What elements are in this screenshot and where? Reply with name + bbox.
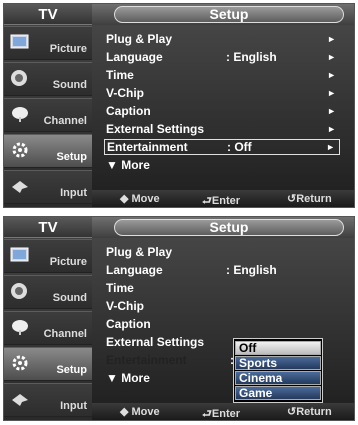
sidebar-item-label: Input — [60, 187, 87, 199]
menu-item-time[interactable]: Time ► — [104, 67, 340, 83]
menu-item-label: V-Chip — [106, 299, 144, 313]
input-icon — [12, 394, 28, 406]
sidebar-item-picture[interactable]: Picture — [4, 239, 92, 273]
menu-item-label: Caption — [106, 104, 151, 118]
channel-icon — [12, 320, 28, 335]
sidebar-item-label: Channel — [43, 115, 87, 127]
menu-item-v-chip[interactable]: V-Chip — [104, 298, 340, 314]
menu-item-value: : English — [226, 50, 277, 64]
sidebar-item-sound[interactable]: Sound — [4, 62, 92, 96]
dropdown-option-cinema[interactable]: Cinema — [235, 371, 321, 385]
sidebar-item-setup[interactable]: Setup — [4, 347, 92, 381]
footer-hints: ◆ Move ⮐Enter ↺Return — [92, 403, 354, 420]
dropdown-option-sports[interactable]: Sports — [235, 356, 321, 370]
arrow-right-icon: ► — [327, 70, 336, 80]
entertainment-dropdown: Off Sports Cinema Game — [233, 338, 323, 403]
menu-item-label: External Settings — [106, 122, 205, 136]
page-title: Setup — [114, 6, 344, 23]
menu-item-label: Plug & Play — [106, 32, 173, 46]
input-icon — [12, 181, 28, 193]
menu-item-label: Entertainment — [106, 353, 187, 367]
dropdown-option-off[interactable]: Off — [235, 341, 321, 355]
arrow-right-icon: ► — [327, 88, 336, 98]
menu-item-time[interactable]: Time — [104, 280, 340, 296]
menu-item-label: Entertainment — [107, 140, 188, 154]
enter-hint: ⮐Enter — [202, 408, 241, 420]
sidebar-item-label: Channel — [43, 328, 87, 340]
menu-item-label: Language — [106, 50, 163, 64]
sidebar-item-setup[interactable]: Setup — [4, 134, 92, 168]
arrow-right-icon: ► — [327, 52, 336, 62]
setup-menu-screen: TV Picture Sound Channel Setup Input Set… — [3, 3, 355, 208]
dropdown-option-game[interactable]: Game — [235, 386, 321, 400]
picture-icon — [10, 34, 29, 49]
menu-item-plug-and-play[interactable]: Plug & Play — [104, 244, 340, 260]
sound-icon — [11, 283, 27, 299]
sidebar-item-input[interactable]: Input — [4, 170, 92, 204]
arrow-right-icon: ► — [327, 124, 336, 134]
sidebar-item-input[interactable]: Input — [4, 383, 92, 417]
move-hint: ◆ Move — [120, 406, 160, 418]
return-hint: ↺Return — [287, 193, 332, 205]
sidebar-item-label: Setup — [56, 151, 87, 163]
sidebar-item-label: Input — [60, 400, 87, 412]
menu-item-more[interactable]: ▼ More — [104, 157, 340, 173]
sidebar-title: TV — [4, 217, 92, 238]
menu-item-plug-and-play[interactable]: Plug & Play ► — [104, 31, 340, 47]
menu-item-entertainment[interactable]: Entertainment : Off ► — [104, 139, 340, 155]
sidebar-item-picture[interactable]: Picture — [4, 26, 92, 60]
picture-icon — [10, 247, 29, 262]
enter-hint: ⮐Enter — [202, 195, 241, 207]
menu-item-external-settings[interactable]: External Settings ► — [104, 121, 340, 137]
arrow-right-icon: ► — [326, 142, 335, 152]
sidebar: TV Picture Sound Channel Setup Input — [4, 4, 92, 207]
sidebar: TV Picture Sound Channel Setup Input — [4, 217, 92, 420]
menu-item-v-chip[interactable]: V-Chip ► — [104, 85, 340, 101]
channel-icon — [12, 107, 28, 122]
menu-item-label: External Settings — [106, 335, 205, 349]
menu-item-label: Time — [106, 68, 134, 82]
sidebar-item-channel[interactable]: Channel — [4, 311, 92, 345]
menu-item-label: Plug & Play — [106, 245, 173, 259]
sidebar-item-channel[interactable]: Channel — [4, 98, 92, 132]
move-hint: ◆ Move — [120, 193, 160, 205]
menu-item-caption[interactable]: Caption — [104, 316, 340, 332]
sidebar-item-label: Sound — [52, 292, 87, 304]
sidebar-item-label: Picture — [49, 43, 87, 55]
sidebar-item-label: Picture — [49, 256, 87, 268]
footer-hints: ◆ Move ⮐Enter ↺Return — [92, 190, 354, 207]
menu-item-label: Time — [106, 281, 134, 295]
menu-item-label: V-Chip — [106, 86, 144, 100]
setup-icon — [12, 355, 28, 371]
setup-icon — [12, 142, 28, 158]
menu-item-language[interactable]: Language : English — [104, 262, 340, 278]
menu-item-label: ▼ More — [106, 158, 150, 172]
return-hint: ↺Return — [287, 406, 332, 418]
arrow-right-icon: ► — [327, 34, 336, 44]
arrow-right-icon: ► — [327, 106, 336, 116]
sidebar-title: TV — [4, 4, 92, 25]
menu-item-label: ▼ More — [106, 371, 150, 385]
sidebar-item-sound[interactable]: Sound — [4, 275, 92, 309]
menu-item-label: Caption — [106, 317, 151, 331]
setup-menu-screen-dropdown: TV Picture Sound Channel Setup Input Set… — [3, 216, 355, 421]
menu-item-caption[interactable]: Caption ► — [104, 103, 340, 119]
menu-item-value: : Off — [227, 140, 252, 154]
sidebar-item-label: Sound — [52, 79, 87, 91]
sidebar-item-label: Setup — [56, 364, 87, 376]
menu-item-label: Language — [106, 263, 163, 277]
menu-item-language[interactable]: Language : English ► — [104, 49, 340, 65]
menu-item-value: : English — [226, 263, 277, 277]
page-title: Setup — [114, 219, 344, 236]
sound-icon — [11, 70, 27, 86]
